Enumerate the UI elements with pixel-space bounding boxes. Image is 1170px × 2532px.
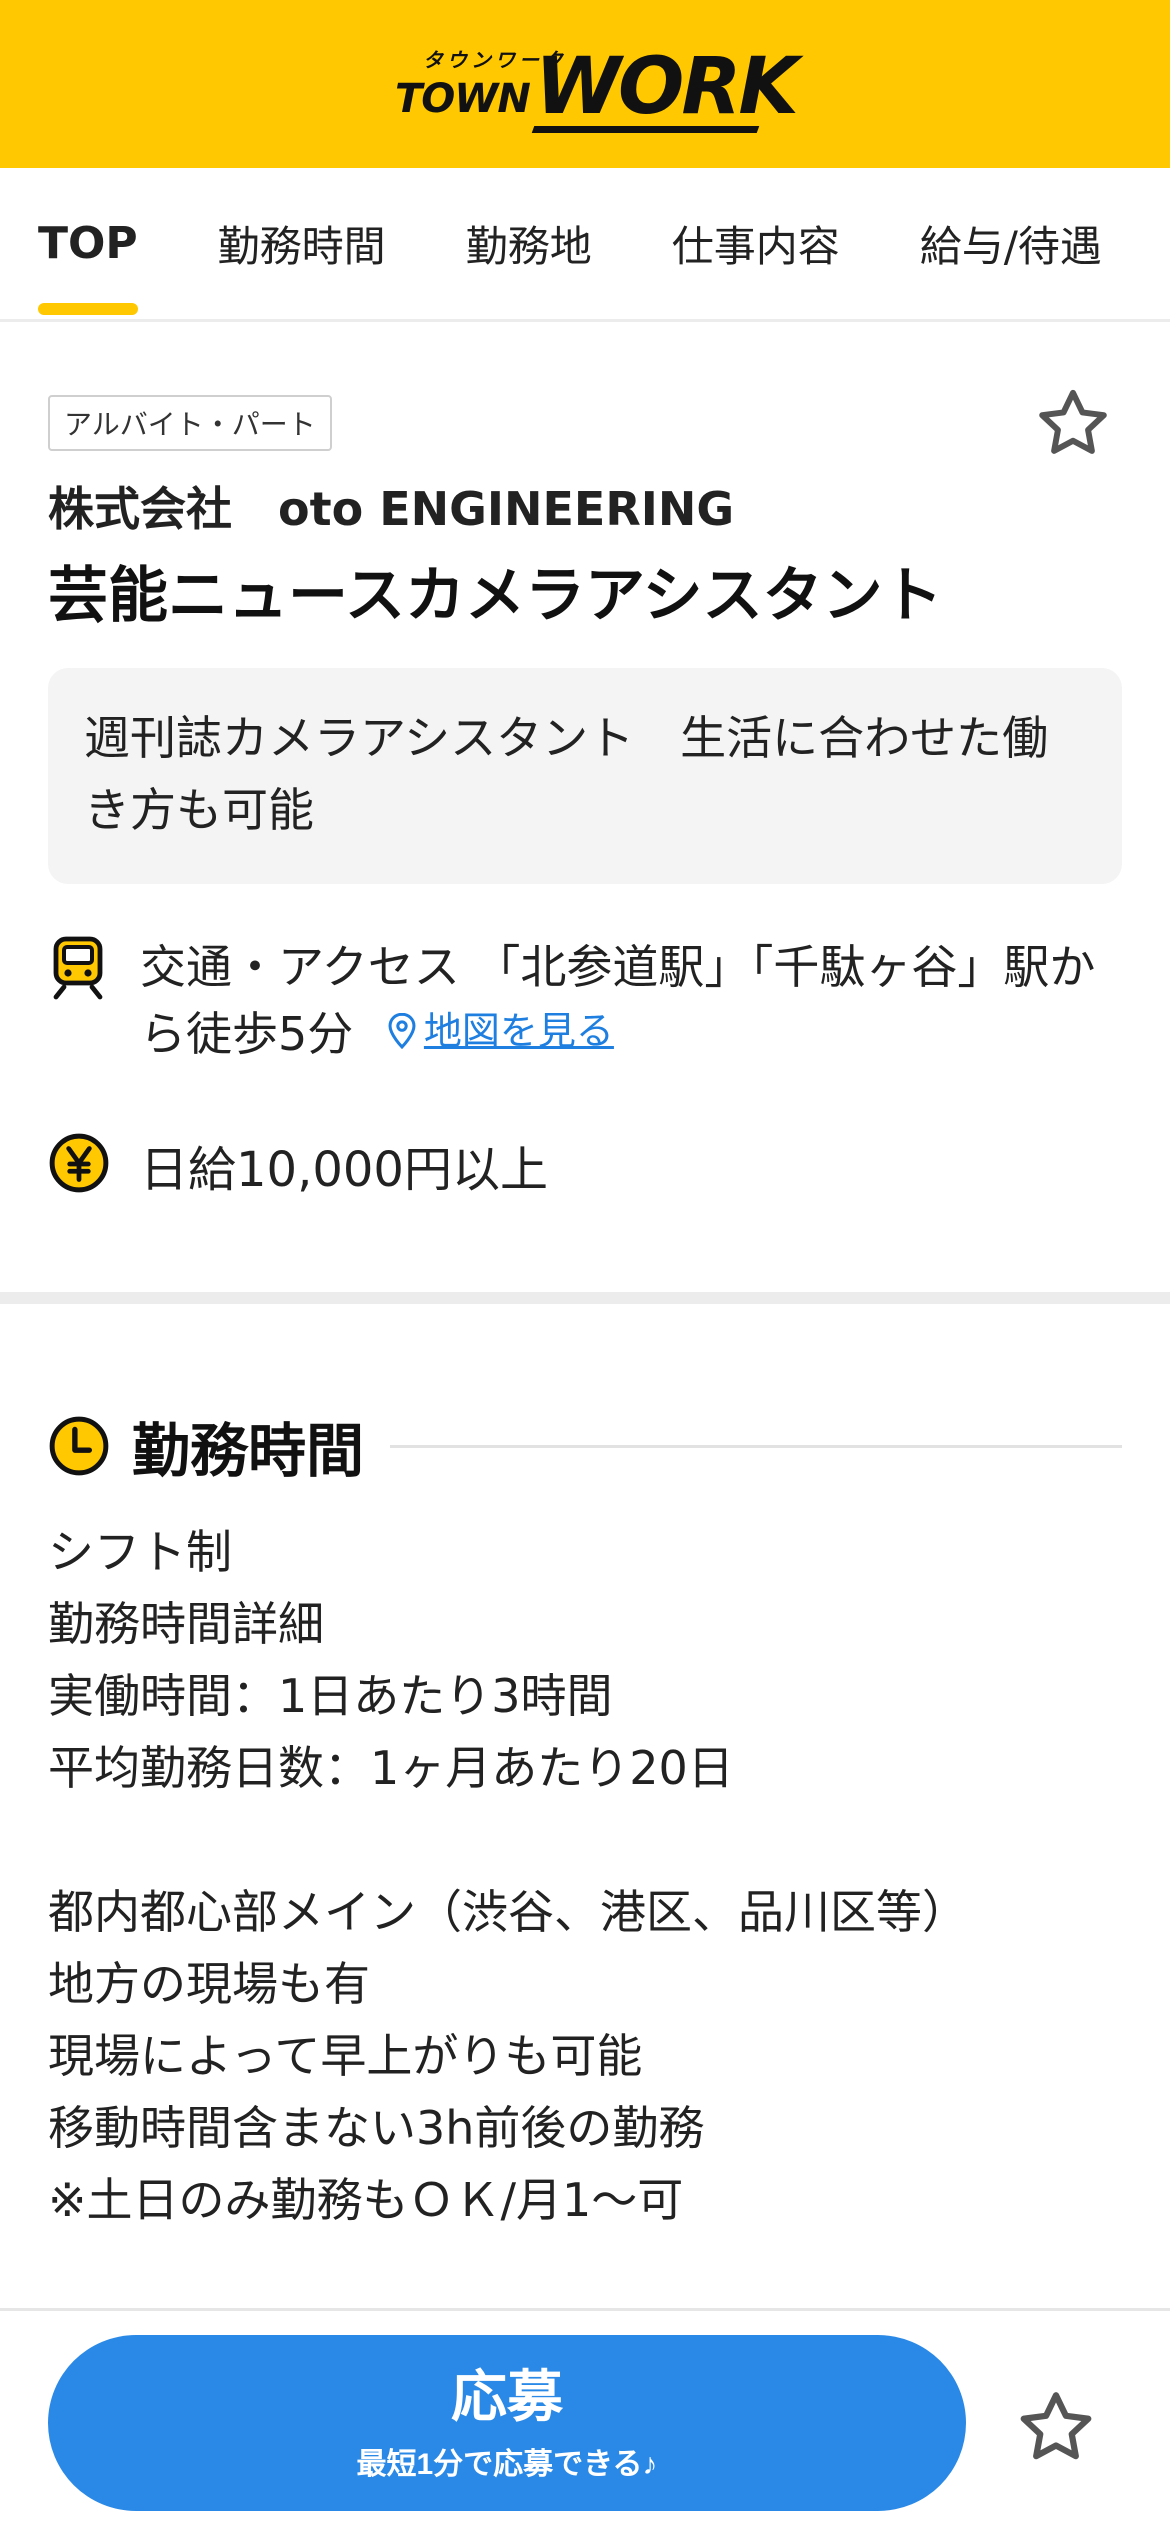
work-hours-line: 現場によって早上がりも可能 — [48, 2029, 643, 2083]
access-info: 交通・アクセス 「北参道駅」「千駄ヶ谷」駅から徒歩5分 地図を見る — [48, 935, 1128, 1066]
section-heading: 勤務時間 — [48, 1404, 1122, 1488]
star-outline-icon — [1020, 2392, 1092, 2460]
star-outline-icon — [1039, 389, 1107, 454]
logo-underline — [531, 126, 760, 133]
app-header: タウンワーク TOWN WORK — [0, 0, 1170, 168]
favorite-button[interactable] — [1028, 380, 1118, 470]
section-divider — [0, 1292, 1170, 1304]
company-name: 株式会社 oto ENGINEERING — [48, 482, 735, 536]
tab-work-hours[interactable]: 勤務時間 — [178, 168, 426, 319]
map-link[interactable]: 地図を見る — [386, 999, 614, 1063]
tab-label: 勤務地 — [465, 222, 592, 271]
bottom-action-bar: 応募 最短1分で応募できる♪ — [0, 2308, 1170, 2532]
work-hours-line: 勤務時間詳細 — [48, 1597, 324, 1651]
logo-work: WORK — [535, 42, 799, 132]
yen-icon — [49, 1133, 109, 1193]
map-pin-icon — [388, 1012, 416, 1050]
work-hours-line — [48, 1804, 1122, 1876]
work-hours-line: 移動時間含まない3h前後の勤務 — [48, 2101, 705, 2155]
tab-salary[interactable]: 給与/待遇 — [880, 168, 1142, 319]
tab-label: 仕事内容 — [671, 222, 840, 271]
map-link-label: 地図を見る — [423, 1009, 614, 1053]
work-hours-line: 都内都心部メイン（渋谷、港区、品川区等） — [48, 1885, 968, 1939]
job-summary: アルバイト・パート 株式会社 oto ENGINEERING 芸能ニュースカメラ… — [0, 325, 1170, 1290]
apply-button[interactable]: 応募 最短1分で応募できる♪ — [48, 2335, 966, 2511]
train-icon — [53, 936, 103, 1000]
section-title: 勤務時間 — [132, 1417, 365, 1485]
tab-label: 給与/待遇 — [919, 222, 1102, 271]
work-hours-line: 実働時間：1日あたり3時間 — [48, 1669, 613, 1723]
favorite-button-bottom[interactable] — [1008, 2381, 1104, 2477]
salary-info: 日給10,000円以上 — [48, 1130, 548, 1200]
tab-top[interactable]: TOP — [0, 168, 178, 319]
job-title: 芸能ニュースカメラアシスタント — [48, 561, 943, 631]
work-hours-body: シフト制 勤務時間詳細 実働時間：1日あたり3時間 平均勤務日数：1ヶ月あたり2… — [48, 1516, 1122, 2236]
employment-type-badge: アルバイト・パート — [48, 395, 332, 451]
tab-work-location[interactable]: 勤務地 — [426, 168, 632, 319]
work-hours-line: 地方の現場も有 — [48, 1957, 370, 2011]
work-hours-line: シフト制 — [48, 1525, 232, 1579]
apply-button-sublabel: 最短1分で応募できる♪ — [356, 2448, 658, 2481]
tab-apply[interactable]: 応募 — [1142, 168, 1170, 319]
tab-label: 勤務時間 — [217, 222, 386, 271]
salary-text: 日給10,000円以上 — [140, 1142, 548, 1198]
tab-label: TOP — [38, 218, 138, 269]
logo-town: TOWN — [395, 76, 531, 122]
clock-icon — [49, 1416, 109, 1476]
work-hours-line: 平均勤務日数：1ヶ月あたり20日 — [48, 1741, 734, 1795]
access-text: 交通・アクセス 「北参道駅」「千駄ヶ谷」駅から徒歩5分 — [140, 940, 1096, 1061]
work-hours-line: ※土日のみ勤務もＯＫ/月1〜可 — [48, 2173, 684, 2227]
section-tabs: TOP 勤務時間 勤務地 仕事内容 給与/待遇 応募 — [0, 168, 1170, 322]
heading-rule — [390, 1444, 1122, 1448]
catch-copy: 週刊誌カメラアシスタント 生活に合わせた働き方も可能 — [48, 668, 1122, 884]
townwork-logo[interactable]: タウンワーク TOWN WORK — [395, 34, 799, 134]
tab-job-description[interactable]: 仕事内容 — [632, 168, 880, 319]
apply-button-label: 応募 — [451, 2365, 563, 2428]
